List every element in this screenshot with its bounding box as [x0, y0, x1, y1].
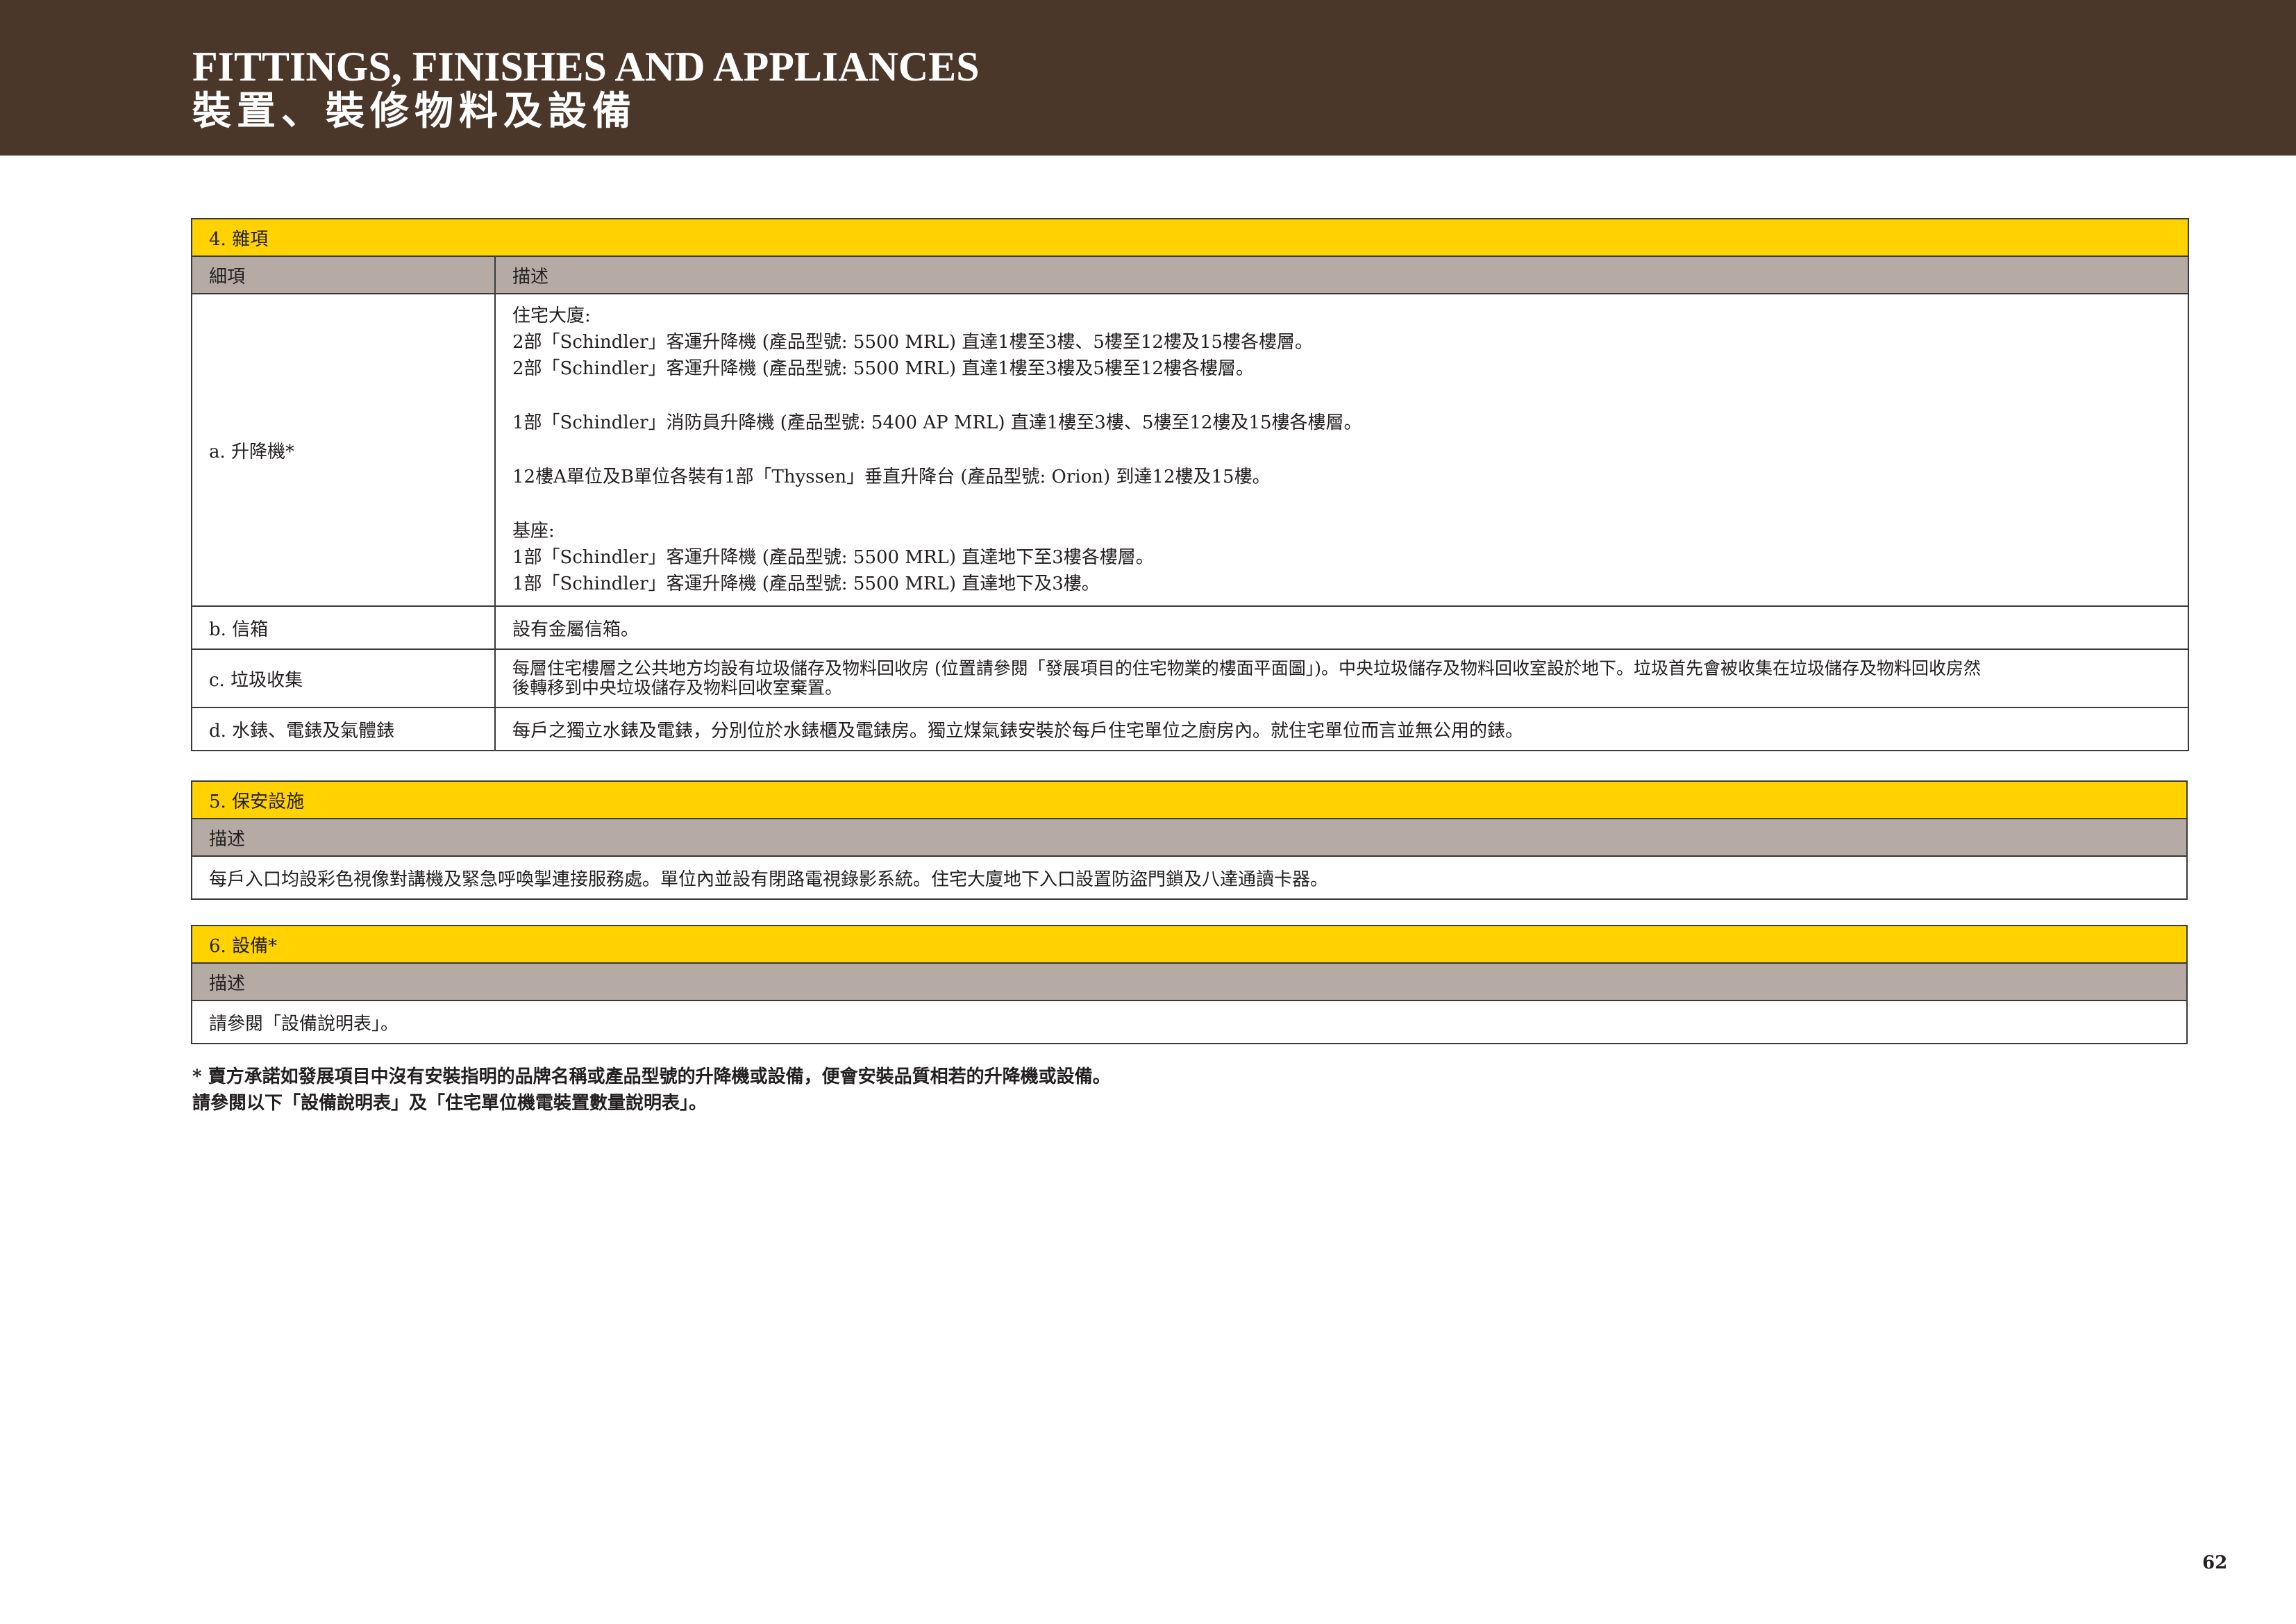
table-row-security: 每戶入口均設彩色視像對講機及緊急呼喚掣連接服務處。單位內並設有閉路電視錄影系統。…	[191, 855, 2188, 900]
column-header-item: 細項	[191, 256, 496, 294]
table-row-lifts: a. 升降機* 住宅大廈: 2部「Schindler」客運升降機 (產品型號: …	[191, 293, 2190, 607]
column-header-description: 描述	[191, 818, 2188, 857]
table-row-refuse-collection: c. 垃圾收集 每層住宅樓層之公共地方均設有垃圾儲存及物料回收房 (位置請參閱「…	[191, 648, 2190, 708]
section-5-header: 5. 保安設施	[191, 780, 2188, 819]
item-refuse-collection: c. 垃圾收集	[191, 648, 496, 708]
footnotes: * 賣方承諾如發展項目中沒有安裝指明的品牌名稱或產品型號的升降機或設備，便會安裝…	[192, 1064, 1111, 1116]
column-header-description: 描述	[494, 256, 2190, 294]
page-title-en: FITTINGS, FINISHES AND APPLIANCES	[192, 44, 980, 90]
section-6-table: 6. 設備* 描述 請參閱「設備說明表」。	[191, 925, 2188, 1044]
description-appliances: 請參閱「設備說明表」。	[191, 1000, 2188, 1044]
table-row-meters: d. 水錶、電錶及氣體錶 每戶之獨立水錶及電錶，分別位於水錶櫃及電錶房。獨立煤氣…	[191, 707, 2190, 751]
section-5-title: 5. 保安設施	[191, 780, 2188, 819]
section-4-title: 4. 雜項	[190, 218, 2190, 257]
lift-line: 12樓A單位及B單位各裝有1部「Thyssen」垂直升降台 (產品型號: Ori…	[512, 467, 1271, 487]
table-row-letter-box: b. 信箱 設有金屬信箱。	[191, 605, 2190, 650]
section-6-header: 6. 設備*	[191, 925, 2188, 964]
description-letter-box: 設有金屬信箱。	[494, 605, 2190, 650]
lift-line: 2部「Schindler」客運升降機 (產品型號: 5500 MRL) 直達1樓…	[512, 358, 1254, 379]
description-meters: 每戶之獨立水錶及電錶，分別位於水錶櫃及電錶房。獨立煤氣錶安裝於每戶住宅單位之廚房…	[494, 707, 2190, 751]
refuse-line: 後轉移到中央垃圾儲存及物料回收室棄置。	[512, 678, 843, 698]
lift-line: 2部「Schindler」客運升降機 (產品型號: 5500 MRL) 直達1樓…	[512, 332, 1314, 353]
column-header-description: 描述	[191, 962, 2188, 1001]
page-number: 62	[2202, 1552, 2228, 1573]
header-banner: FITTINGS, FINISHES AND APPLIANCES 裝置、裝修物…	[0, 0, 2296, 156]
description-lifts: 住宅大廈: 2部「Schindler」客運升降機 (產品型號: 5500 MRL…	[494, 293, 2190, 607]
footnote-line: 請參閱以下「設備說明表」及「住宅單位機電裝置數量說明表」。	[192, 1093, 707, 1114]
refuse-line: 每層住宅樓層之公共地方均設有垃圾儲存及物料回收房 (位置請參閱「發展項目的住宅物…	[512, 658, 1981, 678]
lift-line: 1部「Schindler」客運升降機 (產品型號: 5500 MRL) 直達地下…	[512, 547, 1154, 568]
lift-line: 基座:	[512, 521, 555, 542]
item-meters: d. 水錶、電錶及氣體錶	[191, 707, 496, 751]
section-4-column-headers: 細項 描述	[191, 256, 2190, 294]
section-5-column-header: 描述	[191, 818, 2188, 857]
lift-line: 1部「Schindler」客運升降機 (產品型號: 5500 MRL) 直達地下…	[512, 574, 1100, 594]
lift-line: 住宅大廈:	[512, 305, 591, 326]
lift-line: 1部「Schindler」消防員升降機 (產品型號: 5400 AP MRL) …	[512, 412, 1362, 433]
description-security: 每戶入口均設彩色視像對講機及緊急呼喚掣連接服務處。單位內並設有閉路電視錄影系統。…	[191, 855, 2188, 900]
description-refuse-collection: 每層住宅樓層之公共地方均設有垃圾儲存及物料回收房 (位置請參閱「發展項目的住宅物…	[494, 648, 2190, 708]
section-5-table: 5. 保安設施 描述 每戶入口均設彩色視像對講機及緊急呼喚掣連接服務處。單位內並…	[191, 780, 2188, 900]
item-letter-box: b. 信箱	[191, 605, 496, 650]
page-title-zh: 裝置、裝修物料及設備	[192, 88, 637, 134]
section-4-header: 4. 雜項	[190, 218, 2190, 257]
table-row-appliances: 請參閱「設備說明表」。	[191, 1000, 2188, 1044]
section-6-column-header: 描述	[191, 962, 2188, 1001]
section-4-table: 4. 雜項 細項 描述 a. 升降機* 住宅大廈: 2部「Schindler」客…	[190, 218, 2190, 751]
section-6-title: 6. 設備*	[191, 925, 2188, 964]
item-lifts: a. 升降機*	[191, 293, 496, 607]
footnote-line: * 賣方承諾如發展項目中沒有安裝指明的品牌名稱或產品型號的升降機或設備，便會安裝…	[192, 1066, 1111, 1087]
